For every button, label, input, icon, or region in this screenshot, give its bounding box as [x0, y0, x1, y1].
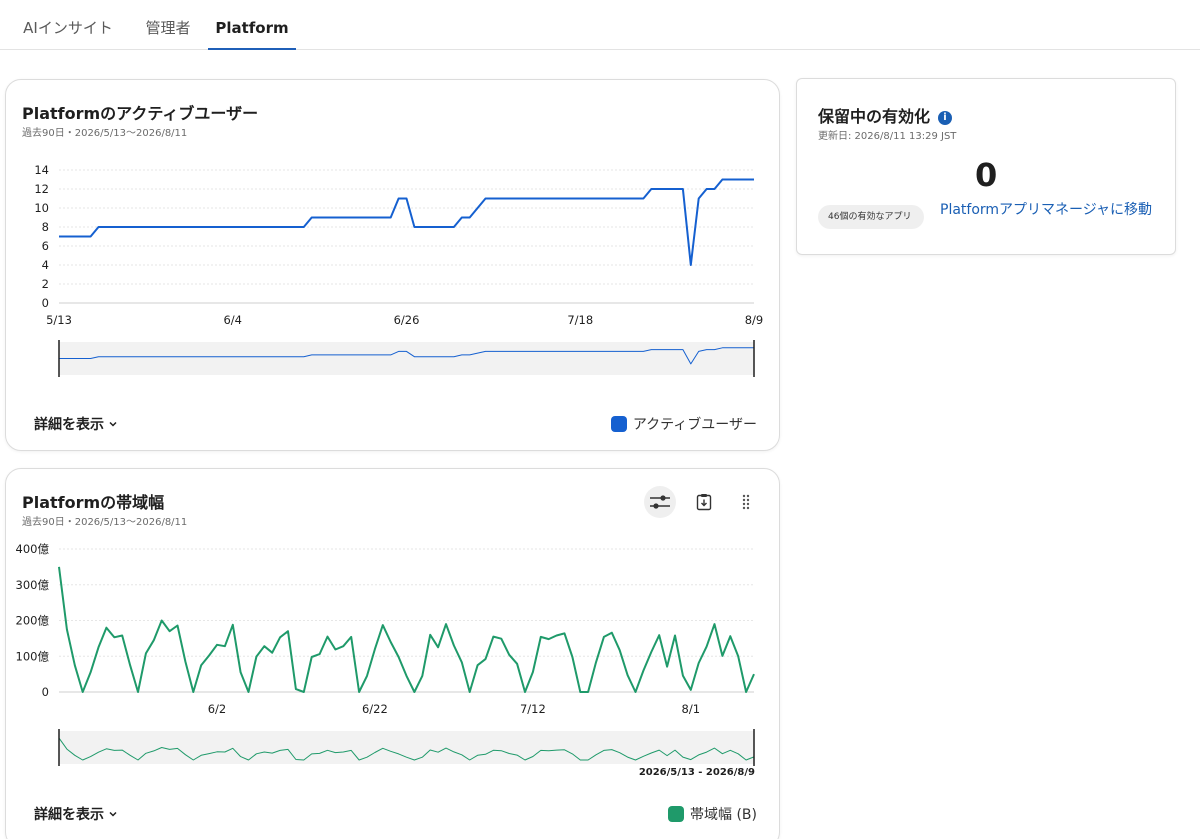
card-subtitle: 過去90日・2026/5/13〜2026/8/11	[22, 128, 188, 139]
y-tick-label: 0	[42, 296, 49, 310]
y-tick-label: 400億	[16, 542, 50, 556]
x-tick-label: 7/12	[520, 702, 546, 716]
clipboard-download-icon	[696, 494, 712, 511]
tab-admin[interactable]: 管理者	[134, 0, 202, 50]
pending-activation-card: 保留中の有効化 i 更新日: 2026/8/11 13:29 JST 0 46個の…	[796, 78, 1176, 255]
show-details-label: 詳細を表示	[34, 417, 104, 433]
y-tick-label: 300億	[16, 578, 50, 592]
tab-bar: AIインサイト 管理者 Platform	[0, 0, 1200, 50]
y-tick-label: 0	[42, 685, 49, 699]
y-tick-label: 14	[34, 163, 49, 177]
filter-button[interactable]	[644, 486, 676, 518]
info-icon[interactable]: i	[938, 110, 953, 125]
app-manager-link[interactable]: Platformアプリマネージャに移動	[940, 200, 1155, 221]
download-button[interactable]	[688, 486, 720, 518]
x-tick-label: 6/22	[362, 702, 388, 716]
x-tick-label: 8/9	[745, 313, 764, 327]
chart-legend: アクティブユーザー	[610, 414, 757, 434]
x-tick-label: 5/13	[46, 313, 72, 327]
show-details-button[interactable]: 詳細を表示	[34, 414, 118, 434]
x-tick-label: 6/4	[223, 313, 242, 327]
tab-ai-insights[interactable]: AIインサイト	[10, 0, 126, 50]
drag-handle-button[interactable]	[730, 486, 762, 518]
chart-legend: 帯域幅 (B)	[668, 804, 757, 824]
active-users-card: Platformのアクティブユーザー 過去90日・2026/5/13〜2026/…	[5, 79, 780, 451]
x-tick-label: 8/1	[682, 702, 701, 716]
navigator-background	[59, 342, 754, 375]
y-tick-label: 6	[42, 239, 49, 253]
card-subtitle: 過去90日・2026/5/13〜2026/8/11	[22, 517, 188, 528]
legend-label: アクティブユーザー	[632, 417, 757, 433]
active-users-chart[interactable]: 0 2 4 6 8 10 12 14 5/13 6/4 6/26 7/18 8/9	[6, 150, 779, 450]
x-tick-label: 6/2	[208, 702, 227, 716]
y-tick-label: 12	[34, 182, 49, 196]
legend-label: 帯域幅 (B)	[690, 807, 757, 823]
updated-timestamp: 更新日: 2026/8/11 13:29 JST	[818, 131, 957, 142]
x-tick-label: 6/26	[394, 313, 420, 327]
chevron-down-icon	[109, 811, 117, 817]
tab-platform[interactable]: Platform	[208, 0, 296, 50]
bandwidth-chart[interactable]: 0 100億 200億 300億 400億 6/2 6/22 7/12 8/1	[6, 539, 779, 839]
y-tick-label: 4	[42, 258, 49, 272]
x-tick-label: 7/18	[567, 313, 593, 327]
card-title: Platformの帯域幅	[22, 493, 165, 512]
y-tick-label: 2	[42, 277, 49, 291]
legend-swatch	[668, 806, 685, 822]
y-tick-label: 8	[42, 220, 49, 234]
filter-sliders-icon	[650, 495, 670, 509]
legend-swatch	[610, 416, 627, 432]
bandwidth-card: Platformの帯域幅 過去90日・2026/5/13〜2026/8/11 0…	[5, 468, 780, 839]
active-apps-badge: 46個の有効なアプリ	[818, 205, 924, 229]
series-line	[58, 566, 755, 693]
y-tick-label: 200億	[16, 614, 50, 628]
y-tick-label: 100億	[16, 649, 50, 663]
pending-count: 0	[975, 156, 998, 194]
chevron-down-icon	[109, 421, 117, 427]
card-title: 保留中の有効化 i	[818, 103, 953, 127]
show-details-button[interactable]: 詳細を表示	[34, 804, 118, 824]
pending-title: 保留中の有効化	[818, 107, 931, 126]
card-title: Platformのアクティブユーザー	[22, 104, 259, 123]
series-line	[59, 178, 754, 266]
drag-handle-icon	[742, 494, 750, 510]
y-tick-label: 10	[34, 201, 49, 215]
show-details-label: 詳細を表示	[34, 807, 104, 823]
range-label: 2026/5/13 - 2026/8/9	[638, 767, 755, 778]
